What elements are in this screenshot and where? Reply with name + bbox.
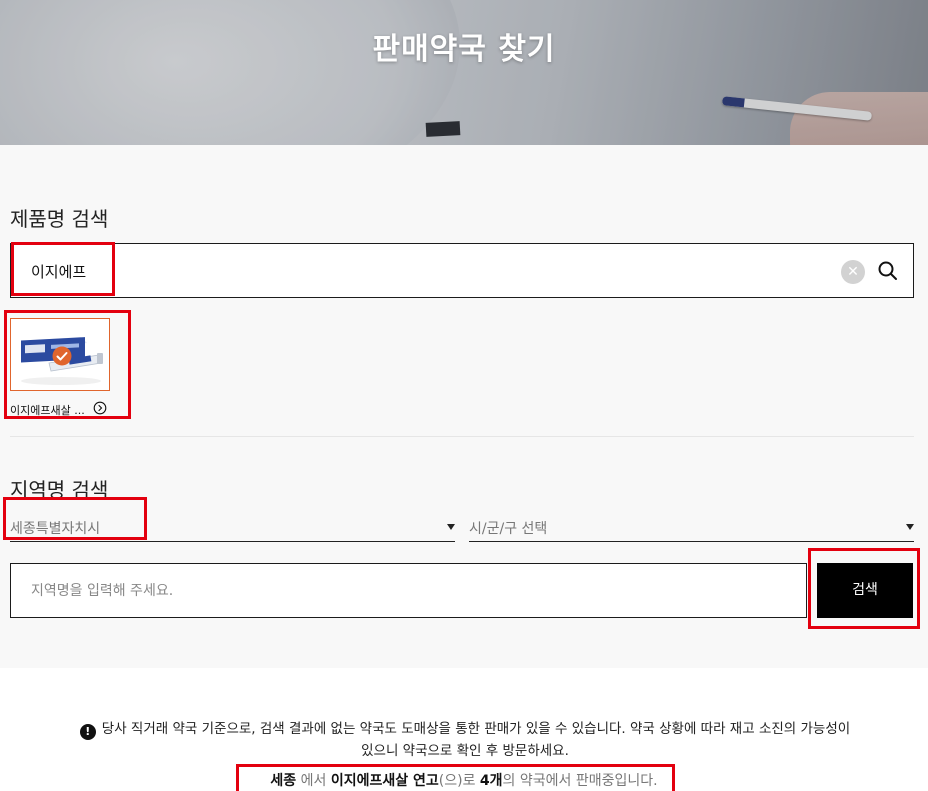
product-search-label: 제품명 검색 [10, 207, 109, 231]
hero-banner: 판매약국 찾기 [0, 0, 928, 145]
search-button[interactable]: 검색 [817, 563, 913, 618]
result-text-1: 에서 [296, 773, 331, 789]
region-name-field[interactable] [10, 563, 807, 618]
caret-down-icon[interactable] [906, 524, 914, 530]
check-icon [52, 346, 72, 366]
region-search-label: 지역명 검색 [10, 478, 109, 502]
province-select-value[interactable]: 세종특별자치시 [10, 518, 100, 538]
result-summary: 세종 에서 이지에프새살 연고(으)로 4개의 약국에서 판매중입니다. [0, 770, 928, 790]
divider [10, 436, 914, 437]
province-select[interactable]: 세종특별자치시 [10, 512, 455, 542]
product-search-value[interactable]: 이지에프 [31, 261, 86, 282]
result-region: 세종 [270, 773, 297, 789]
product-thumbnail[interactable] [10, 318, 110, 391]
region-name-input[interactable] [11, 564, 806, 617]
notice-line-1: 당사 직거래 약국 기준으로, 검색 결과에 없는 약국도 도매상을 통한 판매… [101, 721, 851, 737]
result-product: 이지에프새살 연고 [330, 773, 439, 789]
page-title: 판매약국 찾기 [372, 32, 556, 67]
product-item[interactable]: 이지에프새살 ... [10, 318, 110, 418]
caret-down-icon[interactable] [447, 524, 455, 530]
search-icon[interactable] [875, 258, 901, 284]
product-search-input[interactable]: 이지에프 ✕ [10, 243, 914, 298]
hero-overlay [0, 0, 928, 145]
district-select-value[interactable]: 시/군/구 선택 [469, 518, 547, 538]
notice-line-2: 있으니 약국으로 확인 후 방문하세요. [361, 743, 569, 759]
result-text-2: (으)로 [438, 773, 480, 789]
close-icon[interactable]: ✕ [841, 260, 865, 284]
result-text-3: 의 약국에서 판매중입니다. [502, 773, 658, 789]
district-select[interactable]: 시/군/구 선택 [469, 512, 914, 542]
chevron-right-circle-icon[interactable] [93, 401, 107, 415]
result-count: 4개 [479, 773, 503, 789]
exclamation-icon: ! [79, 724, 96, 740]
notice-text: ! 당사 직거래 약국 기준으로, 검색 결과에 없는 약국도 도매상을 통한 판… [20, 718, 910, 762]
product-name[interactable]: 이지에프새살 ... [10, 402, 130, 418]
